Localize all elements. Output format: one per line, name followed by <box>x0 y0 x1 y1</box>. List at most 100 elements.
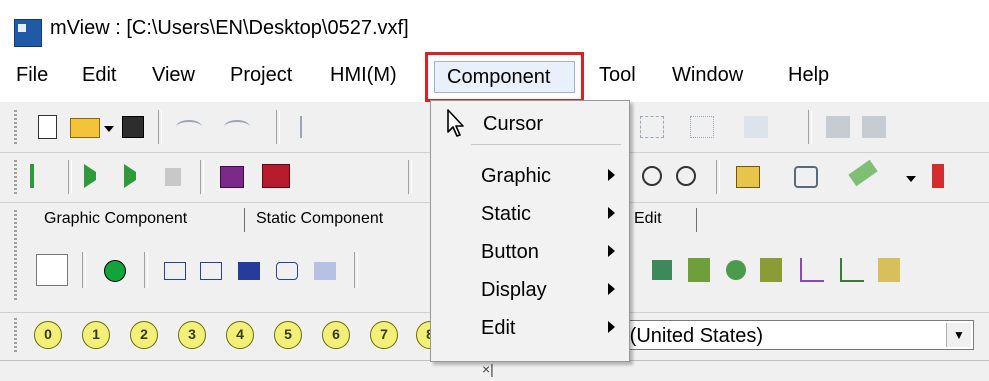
save-icon[interactable] <box>122 116 144 138</box>
menu-item-label: Cursor <box>483 113 544 135</box>
menu-hmi[interactable]: HMI(M) <box>328 64 399 87</box>
toolbar-separator <box>808 110 812 144</box>
menu-window[interactable]: Window <box>670 64 745 87</box>
menu-item-edit[interactable]: Edit <box>431 311 629 349</box>
state-4-button[interactable]: 4 <box>226 321 254 349</box>
submenu-arrow-icon <box>608 321 615 333</box>
checklist-icon[interactable] <box>30 164 56 188</box>
submenu-arrow-icon <box>608 169 615 181</box>
numeric-display-icon[interactable] <box>164 262 186 280</box>
toolbar-separator <box>68 160 72 194</box>
toolbar-grip[interactable] <box>14 210 17 302</box>
upload-icon[interactable] <box>262 164 290 188</box>
menu-project[interactable]: Project <box>228 64 294 87</box>
layer-icon[interactable] <box>744 116 768 138</box>
submenu-arrow-icon <box>608 245 615 257</box>
redo-icon[interactable] <box>224 120 250 134</box>
workspace-top-edge: ×| <box>0 360 989 381</box>
chart-icon[interactable] <box>652 260 672 280</box>
state-0-button[interactable]: 0 <box>34 321 62 349</box>
menu-item-button[interactable]: Button <box>431 235 629 273</box>
cut-icon[interactable] <box>300 116 314 138</box>
menu-item-label: Static <box>481 203 532 225</box>
xy-plot-icon[interactable] <box>800 258 824 282</box>
pie-icon[interactable] <box>726 260 746 280</box>
state-2-button[interactable]: 2 <box>130 321 158 349</box>
state-3-button[interactable]: 3 <box>178 321 206 349</box>
undo-icon[interactable] <box>176 120 202 134</box>
clock-icon[interactable] <box>276 262 298 280</box>
toolbar-grip[interactable] <box>14 110 17 144</box>
submenu-arrow-icon <box>608 283 615 295</box>
open-folder-icon[interactable] <box>70 118 100 138</box>
open-dropdown-icon[interactable] <box>104 126 114 132</box>
menu-item-cursor[interactable]: Cursor <box>431 105 629 143</box>
app-icon <box>14 19 42 47</box>
submenu-arrow-icon <box>608 207 615 219</box>
recipe-icon[interactable] <box>760 258 782 282</box>
title-bar: mView : [C:\Users\EN\Desktop\0527.vxf] <box>0 0 989 52</box>
text-icon[interactable] <box>932 164 944 188</box>
tab-graphic-component[interactable]: Graphic Component <box>44 210 187 228</box>
ascii-display-icon[interactable] <box>200 262 222 280</box>
menu-separator <box>471 144 621 145</box>
menu-help[interactable]: Help <box>786 64 831 87</box>
state-5-button[interactable]: 5 <box>274 321 302 349</box>
download-icon[interactable] <box>220 166 244 188</box>
tab-separator <box>696 208 697 232</box>
menu-item-graphic[interactable]: Graphic <box>431 159 629 197</box>
select-pointer-icon[interactable] <box>36 254 68 286</box>
menu-view[interactable]: View <box>150 64 197 87</box>
toolbar-separator <box>200 160 204 194</box>
compile-clean-icon[interactable] <box>124 164 148 188</box>
device-icon[interactable] <box>794 166 818 188</box>
tab-static-component[interactable]: Static Component <box>256 210 383 228</box>
close-glyph[interactable]: ×| <box>482 361 494 377</box>
tab-edit[interactable]: Edit <box>634 210 662 228</box>
lamp-icon[interactable] <box>104 260 126 282</box>
toolbar-separator <box>276 110 280 144</box>
language-select[interactable]: h (United States) ▼ <box>604 320 974 350</box>
toolbar-separator <box>144 252 148 288</box>
trend-icon[interactable] <box>688 258 710 282</box>
toolbar-separator <box>82 252 86 288</box>
calendar-icon[interactable] <box>314 262 336 280</box>
menu-item-label: Button <box>481 241 539 263</box>
compile-icon[interactable] <box>84 164 108 188</box>
menu-component[interactable]: Component <box>445 66 552 89</box>
chevron-down-icon[interactable]: ▼ <box>946 323 971 347</box>
tab-separator <box>244 208 245 232</box>
menu-tool[interactable]: Tool <box>597 64 638 87</box>
alarm-display-icon[interactable] <box>238 262 260 280</box>
cursor-arrow-icon <box>447 109 464 137</box>
menu-item-static[interactable]: Static <box>431 197 629 235</box>
align-icon[interactable] <box>640 116 664 138</box>
toolbar-separator <box>158 110 162 144</box>
grid-icon[interactable] <box>690 116 714 138</box>
history-trend-icon[interactable] <box>840 258 864 282</box>
language-select-value: h (United States) <box>613 325 764 347</box>
ungroup-icon[interactable] <box>862 116 886 138</box>
data-table-icon[interactable] <box>878 258 900 282</box>
toolbar-separator <box>354 252 358 288</box>
window-title: mView : [C:\Users\EN\Desktop\0527.vxf] <box>50 17 409 39</box>
menu-item-label: Edit <box>481 317 516 339</box>
menu-item-label: Display <box>481 279 547 301</box>
pen-dropdown-icon[interactable] <box>906 176 916 182</box>
menu-item-display[interactable]: Display <box>431 273 629 311</box>
state-7-button[interactable]: 7 <box>370 321 398 349</box>
new-file-icon[interactable] <box>38 115 57 139</box>
zoom-out-icon[interactable] <box>676 166 696 186</box>
toolbar-separator <box>408 160 412 194</box>
menu-edit[interactable]: Edit <box>80 64 118 87</box>
state-1-button[interactable]: 1 <box>82 321 110 349</box>
menu-file[interactable]: File <box>14 64 50 87</box>
state-6-button[interactable]: 6 <box>322 321 350 349</box>
pen-icon[interactable] <box>848 159 878 187</box>
build-disabled-icon[interactable] <box>165 168 181 186</box>
zoom-in-icon[interactable] <box>642 166 662 186</box>
tag-icon[interactable] <box>736 166 760 188</box>
toolbar-grip[interactable] <box>14 318 17 352</box>
toolbar-grip[interactable] <box>14 160 17 194</box>
group-icon[interactable] <box>826 116 850 138</box>
